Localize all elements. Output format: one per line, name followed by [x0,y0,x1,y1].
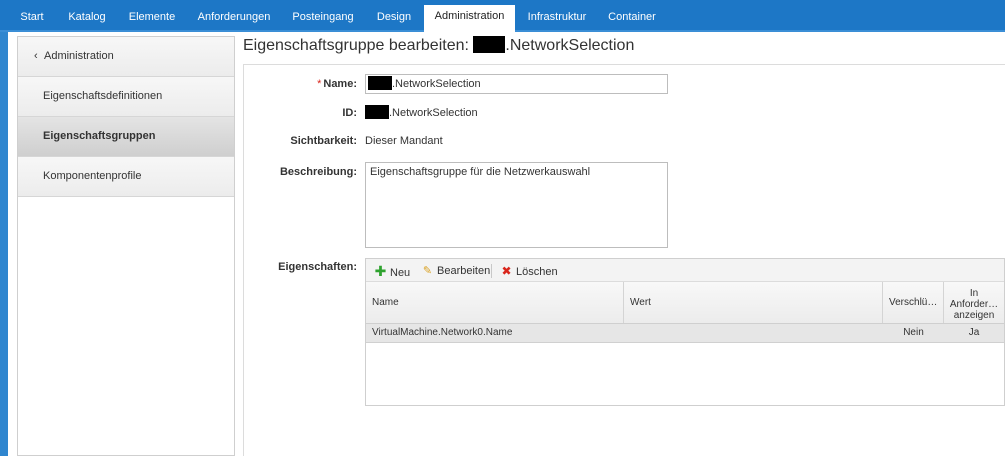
name-label-text: Name: [323,78,357,90]
name-input[interactable]: .NetworkSelection [365,74,668,94]
pencil-icon: ✎ [422,265,433,277]
required-marker: * [317,78,322,90]
sidebar-item-eigenschaftsgruppen[interactable]: Eigenschaftsgruppen [18,117,234,157]
sidebar-back-administration[interactable]: ‹ Administration [18,37,234,77]
grid-toolbar: ✚ Neu ✎ Bearbeiten ✖ Löschen [366,259,1004,282]
delete-button[interactable]: ✖ Löschen [500,263,558,279]
description-textarea[interactable]: Eigenschaftsgruppe für die Netzwerkauswa… [365,162,668,248]
sidebar-item-label: Eigenschaftsdefinitionen [43,90,163,102]
cell-value [630,324,880,343]
new-button-label: Neu [390,267,411,279]
sidebar-item-eigenschaftsdefinitionen[interactable]: Eigenschaftsdefinitionen [18,77,234,117]
redacted-block [365,104,389,119]
tab-posteingang[interactable]: Posteingang [285,6,361,32]
delete-button-label: Löschen [516,266,558,278]
chevron-left-icon: ‹ [34,50,38,62]
cell-show-in-request: Ja [968,327,980,338]
delete-x-icon: ✖ [501,264,512,278]
properties-grid: ✚ Neu ✎ Bearbeiten ✖ Löschen Name Wert Vers… [365,258,1005,406]
visibility-label: Sichtbarkeit: [290,135,357,147]
new-button[interactable]: ✚ Neu [374,263,411,279]
tab-administration[interactable]: Administration [424,5,515,32]
redacted-block [368,75,392,90]
column-header-name[interactable]: Name [366,282,624,323]
page-title-suffix: .NetworkSelection [505,37,635,54]
sidebar: ‹ Administration Eigenschaftsdefinitionen… [17,36,235,456]
table-row[interactable]: VirtualMachine.Network0.Name Nein Ja [366,324,1004,343]
tab-design[interactable]: Design [367,6,421,32]
tab-start[interactable]: Start [12,6,52,32]
column-header-value[interactable]: Wert [624,282,883,323]
sidebar-item-komponentenprofile[interactable]: Komponentenprofile [18,157,234,197]
id-value-text: .NetworkSelection [389,107,478,119]
properties-label: Eigenschaften: [278,261,357,273]
grid-header: Name Wert Verschlü… In Anforder… anzeige… [366,282,1004,324]
tab-anforderungen[interactable]: Anforderungen [192,6,276,32]
sidebar-back-label: Administration [44,50,114,62]
plus-icon: ✚ [374,263,387,279]
edit-button[interactable]: ✎ Bearbeiten [421,263,490,279]
cell-name: VirtualMachine.Network0.Name [372,327,513,338]
tab-katalog[interactable]: Katalog [60,6,114,32]
left-frame-bar [0,32,8,456]
name-label: * Name: [317,78,357,90]
column-header-encrypted[interactable]: Verschlü… [883,282,944,323]
toolbar-divider [491,264,492,278]
top-navigation: Start Katalog Elemente Anforderungen Pos… [0,0,1005,32]
visibility-value: Dieser Mandant [365,135,443,147]
page-title-prefix: Eigenschaftsgruppe bearbeiten: [243,37,474,54]
edit-button-label: Bearbeiten [437,265,491,277]
tab-elemente[interactable]: Elemente [120,6,184,32]
description-label: Beschreibung: [279,166,357,178]
tab-infrastruktur[interactable]: Infrastruktur [521,6,593,32]
cell-encrypted: Nein [903,327,924,338]
column-header-show-in-request[interactable]: In Anforder… anzeigen [944,282,1004,323]
id-value: .NetworkSelection [365,104,478,119]
name-input-value: .NetworkSelection [392,78,481,90]
redacted-block [473,35,506,53]
sidebar-item-label: Komponentenprofile [43,170,142,182]
id-label: ID: [342,107,357,119]
sidebar-item-label: Eigenschaftsgruppen [43,130,156,142]
page-title: Eigenschaftsgruppe bearbeiten: .NetworkS… [243,35,635,55]
tab-container[interactable]: Container [600,6,664,32]
